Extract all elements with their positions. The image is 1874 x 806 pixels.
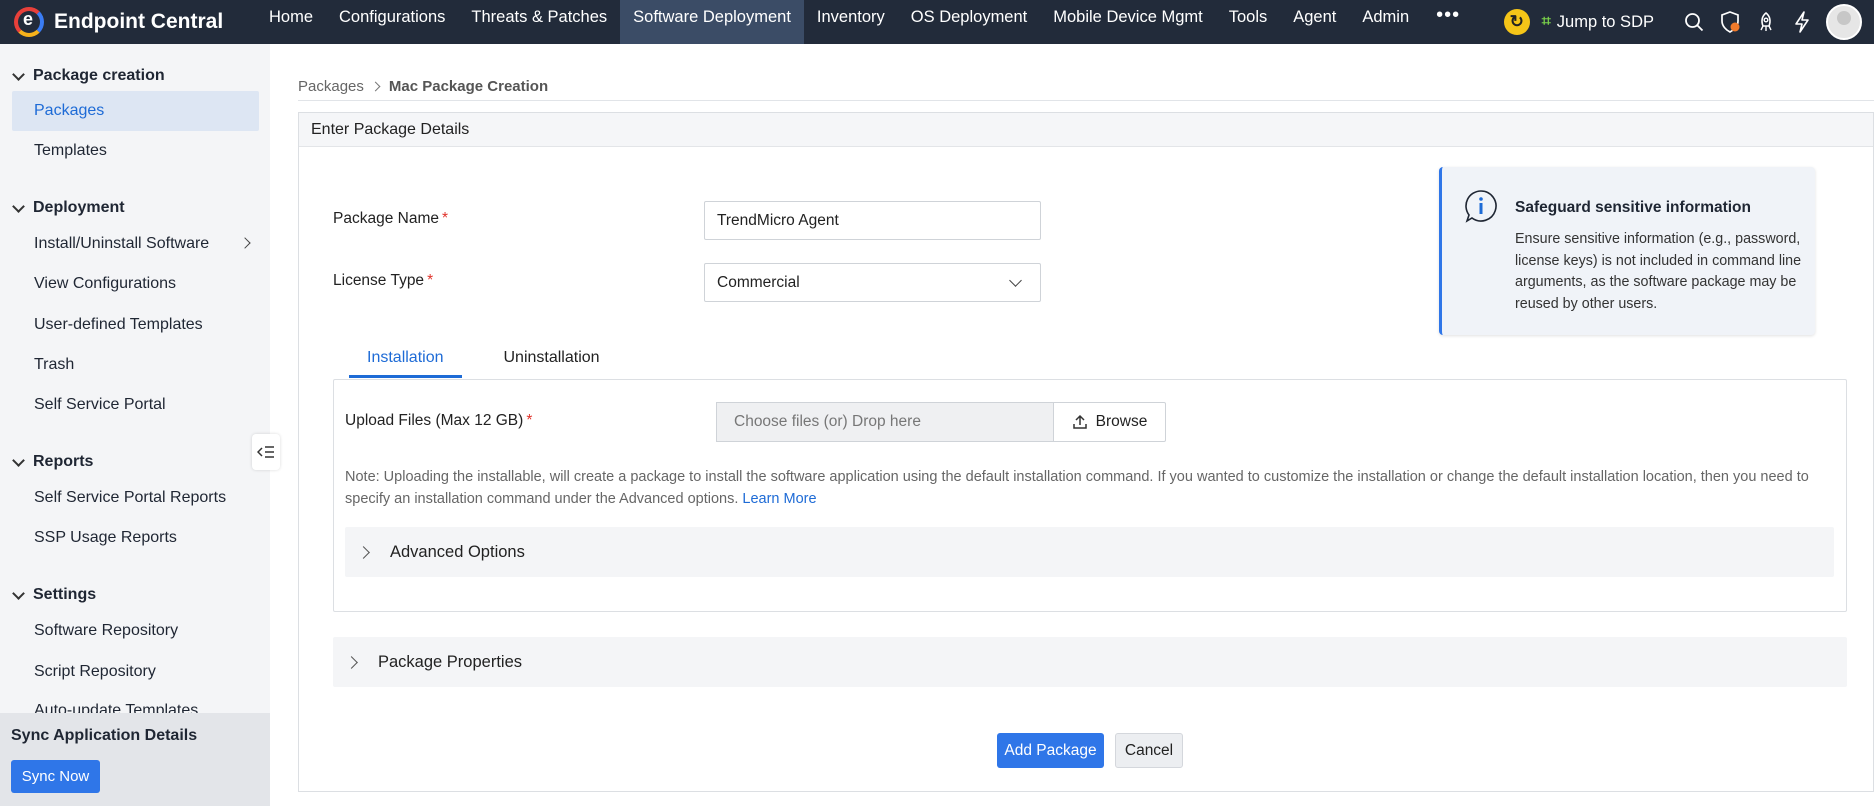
breadcrumb-packages-link[interactable]: Packages [298,78,364,95]
sidebar-item-self-service-portal[interactable]: Self Service Portal [12,385,259,425]
collapse-sidebar-icon[interactable] [252,434,280,470]
chevron-right-icon [239,237,251,249]
security-alert-icon[interactable] [1712,0,1748,44]
accordion-label: Advanced Options [390,542,525,561]
nav-admin[interactable]: Admin [1349,0,1422,44]
nav-inventory[interactable]: Inventory [804,0,898,44]
more-menu-button[interactable]: ••• [1422,0,1474,44]
cancel-button[interactable]: Cancel [1115,733,1183,768]
section-title: Settings [33,586,97,603]
file-drop-zone[interactable]: Choose files (or) Drop here [716,402,1054,442]
sidebar-section-package-creation[interactable]: Package creation [0,61,270,91]
chevron-down-icon [12,67,25,81]
main-nav: Home Configurations Threats & Patches So… [256,0,1474,44]
sidebar-item-ssp-reports[interactable]: Self Service Portal Reports [12,478,259,518]
endpoint-central-logo-icon [14,7,44,37]
breadcrumb-current: Mac Package Creation [388,78,549,95]
rocket-icon[interactable] [1748,0,1784,44]
section-title: Package creation [33,67,165,84]
sidebar-item-packages[interactable]: Packages [12,91,259,131]
chevron-right-icon [357,545,370,559]
sidebar-item-label: Install/Uninstall Software [34,235,210,252]
sync-now-button[interactable]: Sync Now [11,760,100,793]
chevron-right-icon [370,81,381,92]
chevron-down-icon [12,199,25,213]
info-icon [1465,190,1497,223]
upload-files-label: Upload Files (Max 12 GB) * [345,412,532,430]
label-text: License Type [333,272,425,289]
nav-threats-patches[interactable]: Threats & Patches [458,0,620,44]
sidebar-item-install-uninstall[interactable]: Install/Uninstall Software [12,224,259,264]
chevron-down-icon [12,453,25,467]
learn-more-link[interactable]: Learn More [742,491,816,507]
sync-title: Sync Application Details [11,727,198,744]
info-body: Ensure sensitive information (e.g., pass… [1515,231,1802,313]
user-avatar[interactable] [1826,4,1862,40]
upload-note: Note: Uploading the installable, will cr… [345,466,1815,510]
license-type-value: Commercial [717,274,800,291]
nav-os-deployment[interactable]: OS Deployment [898,0,1040,44]
brand[interactable]: Endpoint Central [14,4,223,40]
section-title: Deployment [33,199,125,216]
sidebar-section-deployment[interactable]: Deployment [0,193,270,223]
advanced-options-accordion[interactable]: Advanced Options [345,527,1834,577]
package-name-label: Package Name * [333,210,448,228]
note-text: Note: Uploading the installable, will cr… [345,469,1809,507]
info-title: Safeguard sensitive information [1515,199,1751,216]
safeguard-info-card: Safeguard sensitive information Ensure s… [1439,167,1815,335]
label-text: Upload Files (Max 12 GB) [345,412,524,429]
tab-installation[interactable]: Installation [349,340,462,378]
app-name: Endpoint Central [54,10,224,33]
jump-to-sdp-link[interactable]: Jump to SDP [1557,13,1654,32]
sidebar-item-user-defined-templates[interactable]: User-defined Templates [12,305,259,345]
browse-label: Browse [1095,413,1148,430]
accordion-label: Package Properties [378,652,522,671]
sidebar: Package creation Packages Templates Depl… [0,44,270,806]
chevron-down-icon [12,586,25,600]
sidebar-item-view-configurations[interactable]: View Configurations [12,264,259,304]
sidebar-item-software-repository[interactable]: Software Repository [12,611,259,651]
sidebar-section-reports[interactable]: Reports [0,447,270,477]
panel-title: Enter Package Details [299,113,1873,147]
chevron-right-icon [345,655,358,669]
tab-uninstallation[interactable]: Uninstallation [486,340,618,378]
nav-configurations[interactable]: Configurations [326,0,458,44]
required-mark: * [441,210,449,227]
license-type-select[interactable]: Commercial [704,263,1041,302]
sync-application-panel: Sync Application Details Sync Now [0,713,270,806]
package-properties-accordion[interactable]: Package Properties [333,637,1847,687]
package-name-input[interactable]: TrendMicro Agent [704,201,1041,240]
install-tabs: Installation Uninstallation [349,340,642,378]
breadcrumb: Packages Mac Package Creation [298,78,548,95]
refresh-icon[interactable]: ↻ [1503,9,1530,35]
top-navigation-bar: Endpoint Central Home Configurations Thr… [0,0,1874,44]
add-package-button[interactable]: Add Package [997,733,1104,768]
required-mark: * [427,272,434,289]
chevron-down-icon [1009,274,1022,287]
nav-software-deployment[interactable]: Software Deployment [620,0,804,44]
browse-button[interactable]: Browse [1053,402,1166,442]
upload-icon [1072,414,1087,429]
search-icon[interactable] [1676,0,1712,44]
sdp-icon: ⌗ [1541,13,1551,30]
section-title: Reports [33,453,94,470]
license-type-label: License Type * [333,272,433,290]
nav-agent[interactable]: Agent [1280,0,1349,44]
sidebar-item-script-repository[interactable]: Script Repository [12,652,259,692]
label-text: Package Name [333,210,439,227]
required-mark: * [526,412,533,429]
nav-mobile-device-mgmt[interactable]: Mobile Device Mgmt [1040,0,1215,44]
divider [298,100,1874,101]
nav-tools[interactable]: Tools [1216,0,1281,44]
sidebar-item-trash[interactable]: Trash [12,345,259,385]
sidebar-item-templates[interactable]: Templates [12,131,259,171]
nav-home[interactable]: Home [256,0,326,44]
sidebar-item-ssp-usage-reports[interactable]: SSP Usage Reports [12,518,259,558]
sidebar-section-settings[interactable]: Settings [0,580,270,610]
top-right-tools: ↻ ⌗ Jump to SDP [1503,0,1874,44]
lightning-icon[interactable] [1784,0,1820,44]
